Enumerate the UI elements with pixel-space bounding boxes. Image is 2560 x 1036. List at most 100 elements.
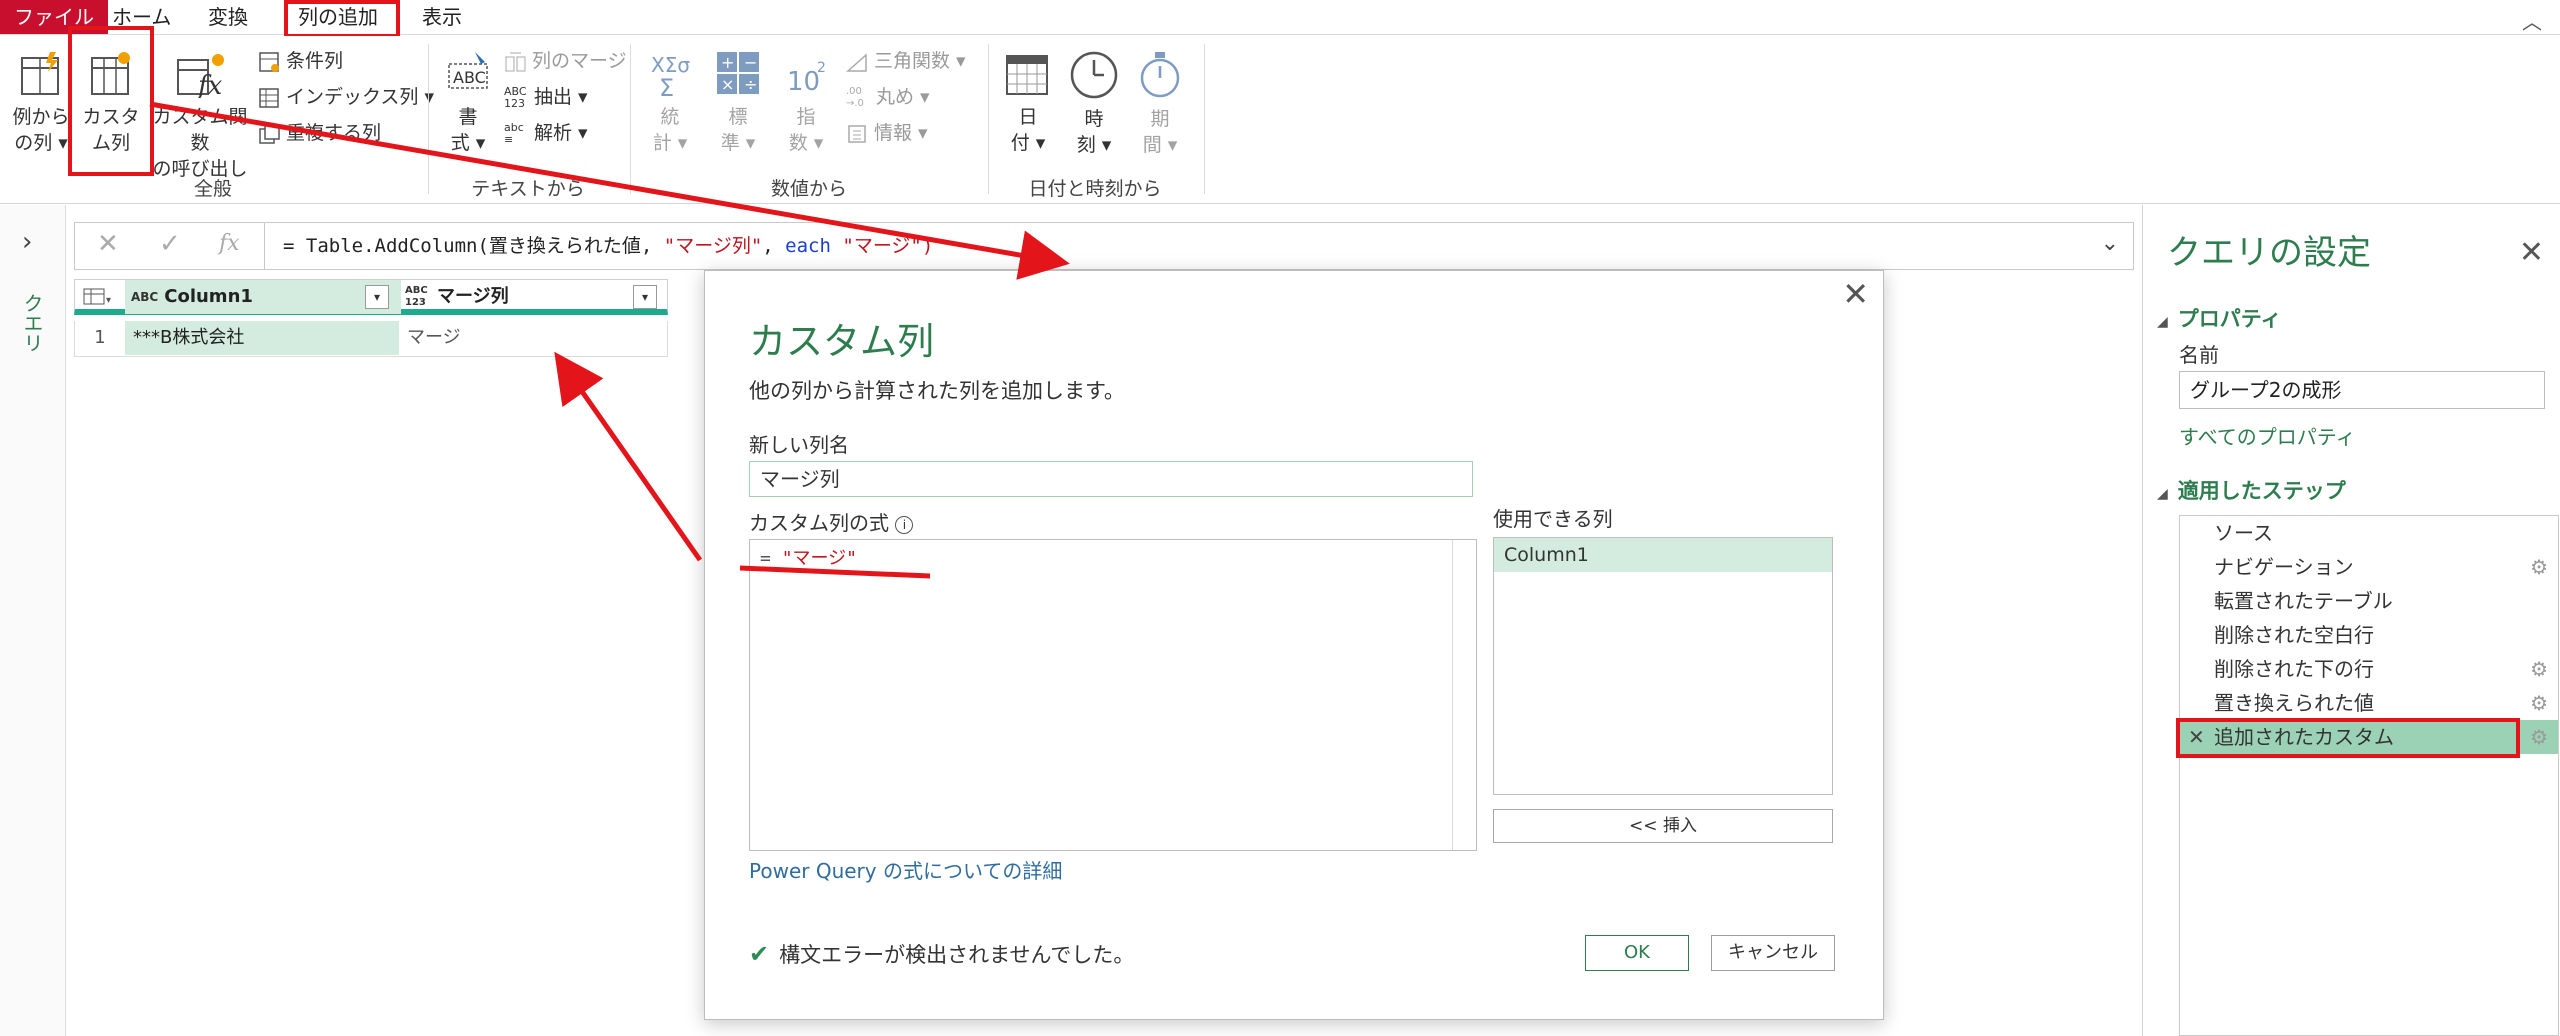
duration-button[interactable]: 期 間 ▾ [1132,50,1188,158]
collapse-triangle-icon: ◢ [2157,314,2168,330]
table-menu-icon[interactable]: ▾ [83,280,113,314]
queries-label[interactable]: クエリ [18,293,47,353]
formula-bar: ✕ ✓ fx = Table.AddColumn(置き換えられた値, "マージ列… [74,222,2134,270]
merge-columns-icon [505,52,526,71]
confirm-formula-icon[interactable]: ✓ [159,229,181,259]
ribbon: 例から の列 ▾ カスタ ム列 fx カスタム関数 の呼び出し 条件列 インデッ… [0,36,2560,204]
applied-steps-label: 適用したステップ [2177,479,2346,503]
list-item[interactable]: Column1 [1494,538,1832,572]
gear-icon[interactable]: ⚙ [2530,720,2548,754]
merge-column-filter-dropdown-icon[interactable]: ▾ [633,285,657,309]
column-from-examples-button[interactable]: 例から の列 ▾ [10,50,72,156]
query-name-input[interactable]: グループ2の成形 [2179,371,2545,409]
format-label-1: 書 [458,106,478,128]
step-label: 置き換えられた値 [2214,691,2374,715]
svg-text:Σ: Σ [659,74,674,98]
trigonometry-button[interactable]: 三角関数 ▾ [846,46,966,76]
gear-icon[interactable]: ⚙ [2530,686,2548,720]
info-icon[interactable]: i [895,515,914,534]
close-settings-icon[interactable]: ✕ [2519,235,2544,270]
invoke-function-label-1: カスタム関数 [152,106,248,154]
table-cell-merge[interactable]: マージ [399,321,667,355]
custom-formula-editor[interactable]: = "マージ" [749,539,1477,851]
ok-button[interactable]: OK [1585,935,1689,971]
index-column-button[interactable]: インデックス列 ▾ [258,82,434,112]
conditional-column-button[interactable]: 条件列 [258,46,343,76]
step-removed-blank-rows[interactable]: 削除された空白行 [2180,618,2558,652]
merge-columns-button[interactable]: 列のマージ [504,46,627,76]
formula-comma: , [762,235,786,257]
step-removed-bottom-rows[interactable]: 削除された下の行 ⚙ [2180,652,2558,686]
gear-icon[interactable]: ⚙ [2530,652,2548,686]
extract-label: 抽出 [534,86,573,108]
column-header-column1[interactable]: ABC Column1 [125,280,401,314]
index-column-icon [259,87,279,108]
properties-label: プロパティ [2177,307,2282,331]
text-type-icon[interactable]: ABC [131,291,158,303]
data-grid: ▾ ABC Column1 ▾ ABC 123 マージ列 ▾ 1 ***B株式会社 … [74,279,668,359]
merge-columns-label: 列のマージ [532,50,627,72]
tab-view[interactable]: 表示 [422,0,462,34]
column-header-merge[interactable]: ABC 123 マージ列 [399,280,667,314]
column1-name: Column1 [164,286,253,307]
cancel-button[interactable]: キャンセル [1711,935,1835,971]
statistics-button[interactable]: XΣσ Σ 統 計 ▾ [642,50,698,156]
time-label-1: 時 [1084,108,1104,130]
index-column-label: インデックス列 [286,86,419,108]
collapse-ribbon-icon[interactable]: ︿ [2522,6,2542,35]
learn-more-link[interactable]: Power Query の式についての詳細 [749,855,1062,884]
group-text-label: テキストから [471,178,585,200]
expand-formula-chevron-icon[interactable]: ⌄ [2101,231,2119,256]
stopwatch-icon [1140,52,1180,98]
step-replaced-value[interactable]: 置き換えられた値 ⚙ [2180,686,2558,720]
applied-steps-list: ソース ナビゲーション ⚙ 転置されたテーブル 削除された空白行 削除された下の行… [2179,515,2559,1036]
available-columns-label: 使用できる列 [1493,507,1613,531]
cancel-formula-icon[interactable]: ✕ [97,229,119,259]
scientific-button[interactable]: 10 2 指 数 ▾ [778,50,834,156]
applied-steps-section[interactable]: ◢ 適用したステップ [2157,475,2346,505]
column1-filter-dropdown-icon[interactable]: ▾ [365,285,389,309]
all-properties-link[interactable]: すべてのプロパティ [2179,421,2356,450]
format-button[interactable]: ABC 書 式 ▾ [440,50,496,156]
parse-button[interactable]: abc ≡ 解析 ▾ [504,118,588,148]
custom-column-dialog: ✕ カスタム列 他の列から計算された列を追加します。 新しい列名 マージ列 カス… [704,270,1884,1020]
step-navigation[interactable]: ナビゲーション ⚙ [2180,550,2558,584]
insert-button[interactable]: << 挿入 [1493,809,1833,843]
statistics-icon: XΣσ Σ [651,53,690,98]
table-row: 1 ***B株式会社 マージ [74,321,668,357]
new-column-name-label: 新しい列名 [749,433,849,457]
rounding-button[interactable]: .00 →.0 丸め ▾ [846,82,930,112]
column-from-examples-icon [21,52,59,95]
extract-button[interactable]: ABC 123 抽出 ▾ [504,82,588,112]
group-datetime-label: 日付と時刻から [1028,178,1162,200]
time-button[interactable]: 時 刻 ▾ [1066,50,1122,158]
step-label: 転置されたテーブル [2214,589,2393,613]
properties-section[interactable]: ◢ プロパティ [2157,303,2282,333]
svg-text:▾: ▾ [106,295,111,306]
name-label: 名前 [2179,343,2219,367]
close-dialog-icon[interactable]: ✕ [1842,275,1869,313]
annotation-highlight-tab [284,0,400,38]
table-cell-column1[interactable]: ***B株式会社 [125,321,399,355]
column-from-examples-label-1: 例から [12,106,70,128]
duplicate-column-icon [259,123,280,144]
standard-button[interactable]: + − × ÷ 標 準 ▾ [710,50,766,156]
step-transposed[interactable]: 転置されたテーブル [2180,584,2558,618]
parse-icon: abc ≡ [504,120,524,146]
any-type-icon[interactable]: ABC 123 [405,285,431,309]
invoke-custom-function-button[interactable]: fx カスタム関数 の呼び出し [146,50,254,182]
tab-transform[interactable]: 変換 [208,0,248,34]
date-button[interactable]: 日 付 ▾ [1000,50,1056,156]
expand-queries-chevron-icon[interactable]: › [22,227,32,257]
new-column-name-input[interactable]: マージ列 [749,461,1473,497]
information-button[interactable]: 情報 ▾ [846,118,928,148]
scientific-label-1: 指 [796,106,816,128]
gear-icon[interactable]: ⚙ [2530,550,2548,584]
duplicate-column-button[interactable]: 重複する列 [258,118,381,148]
formula-scrollbar[interactable] [1452,540,1476,850]
fx-icon[interactable]: fx [219,231,240,256]
step-source[interactable]: ソース [2180,516,2558,550]
formula-text[interactable]: = Table.AddColumn(置き換えられた値, "マージ列", each… [283,223,933,269]
function-icon: fx [177,54,224,98]
parse-label: 解析 [534,122,573,144]
